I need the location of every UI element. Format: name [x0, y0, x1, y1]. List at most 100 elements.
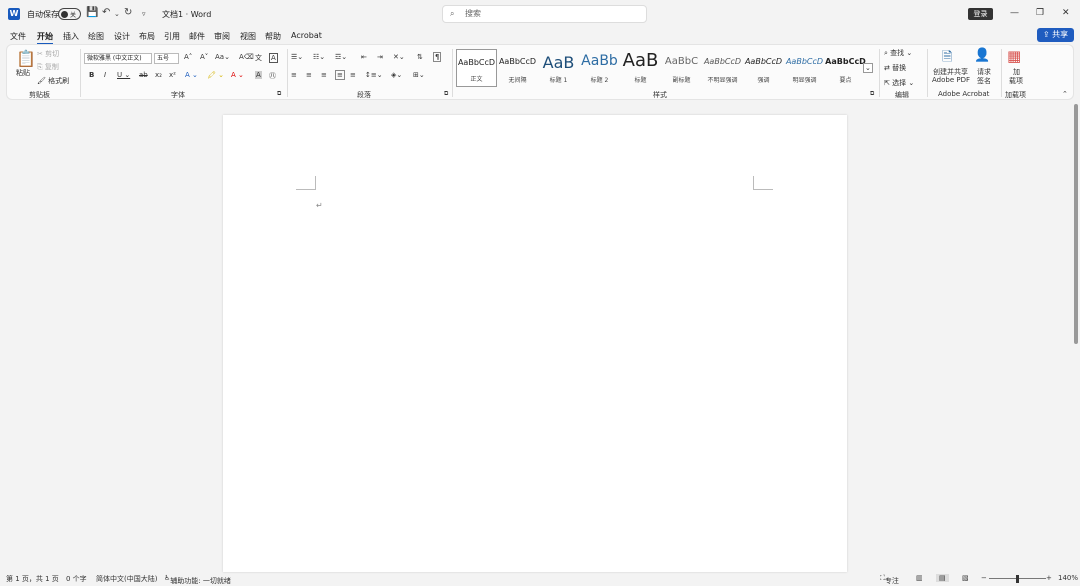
tab-design[interactable]: 设计: [114, 31, 130, 42]
subscript-icon[interactable]: x₂: [155, 71, 162, 79]
align-right-icon[interactable]: ≡: [321, 71, 327, 79]
redo-icon[interactable]: ↻: [124, 7, 132, 18]
vertical-scrollbar[interactable]: [1074, 104, 1078, 344]
autosave-toggle[interactable]: 关: [58, 8, 81, 20]
tab-references[interactable]: 引用: [164, 31, 180, 42]
restore-icon[interactable]: ❐: [1036, 8, 1044, 18]
tab-view[interactable]: 视图: [240, 31, 256, 42]
tab-draw[interactable]: 绘图: [88, 31, 104, 42]
language[interactable]: 简体中文(中国大陆): [96, 574, 157, 584]
undo-dropdown-icon[interactable]: ⌄: [114, 10, 120, 18]
increase-indent-icon[interactable]: ⇥: [377, 53, 383, 61]
shrink-font-icon[interactable]: A˅: [200, 53, 208, 61]
change-case-icon[interactable]: Aa⌄: [215, 53, 230, 61]
style-subtitle[interactable]: AaBbC 副标题: [661, 49, 702, 87]
close-icon[interactable]: ✕: [1062, 8, 1070, 18]
style-strong[interactable]: AaBbCcD 要点: [825, 49, 866, 87]
character-shading-icon[interactable]: A: [255, 71, 262, 79]
styles-dialog-launcher-icon[interactable]: ⧉: [870, 90, 874, 98]
tab-insert[interactable]: 插入: [63, 31, 79, 42]
paste-icon[interactable]: 📋: [16, 49, 36, 68]
zoom-out-icon[interactable]: −: [981, 574, 987, 582]
grow-font-icon[interactable]: A˄: [184, 53, 192, 61]
character-border-icon[interactable]: A: [269, 53, 278, 63]
addins-icon[interactable]: ▦: [1007, 47, 1021, 65]
shading-icon[interactable]: ◈⌄: [391, 71, 402, 79]
justify-icon[interactable]: ≡: [335, 70, 345, 80]
tab-review[interactable]: 审阅: [214, 31, 230, 42]
zoom-level[interactable]: 140%: [1058, 574, 1078, 582]
paragraph-dialog-launcher-icon[interactable]: ⧉: [444, 90, 448, 98]
format-painter-button[interactable]: 🖌 格式刷: [37, 76, 69, 86]
search-box[interactable]: ⌕ 搜索: [442, 5, 647, 23]
borders-icon[interactable]: ⊞⌄: [413, 71, 425, 79]
sort-icon[interactable]: ⇅: [417, 53, 423, 61]
zoom-slider-thumb[interactable]: [1016, 575, 1019, 583]
customize-qat-icon[interactable]: ▿: [142, 10, 146, 18]
tab-mailings[interactable]: 邮件: [189, 31, 205, 42]
show-marks-icon[interactable]: ¶: [433, 52, 442, 62]
request-signature-label-2[interactable]: 签名: [977, 76, 991, 86]
share-button[interactable]: ⇪ 共享: [1037, 28, 1074, 42]
copy-button[interactable]: ⎘ 复制: [37, 62, 59, 72]
font-dialog-launcher-icon[interactable]: ⧉: [277, 90, 281, 98]
font-name-select[interactable]: 微软雅黑 (中文正文): [84, 53, 152, 64]
accessibility-status[interactable]: ♿ 辅助功能: 一切就绪: [164, 574, 231, 585]
align-center-icon[interactable]: ≡: [306, 71, 312, 79]
tab-help[interactable]: 帮助: [265, 31, 281, 42]
chinese-layout-icon[interactable]: ✕⌄: [393, 53, 405, 61]
replace-button[interactable]: ⇄ 替换: [884, 63, 906, 73]
style-title[interactable]: AaB 标题: [620, 49, 661, 87]
create-pdf-label-2[interactable]: Adobe PDF: [932, 76, 970, 84]
addins-label-2[interactable]: 载项: [1009, 76, 1023, 86]
style-normal[interactable]: AaBbCcD 正文: [456, 49, 497, 87]
multilevel-list-icon[interactable]: ☲⌄: [335, 53, 347, 61]
distributed-icon[interactable]: ≡: [350, 71, 356, 79]
italic-icon[interactable]: I: [104, 71, 106, 79]
align-left-icon[interactable]: ≡: [291, 71, 297, 79]
bold-icon[interactable]: B: [89, 71, 94, 79]
focus-button[interactable]: ⛶ 专注: [880, 574, 899, 585]
superscript-icon[interactable]: x²: [169, 71, 176, 79]
enclose-character-icon[interactable]: ㊇: [269, 71, 276, 81]
find-button[interactable]: ⌕ 查找 ⌄: [884, 48, 912, 58]
numbering-icon[interactable]: ☷⌄: [313, 53, 325, 61]
tab-layout[interactable]: 布局: [139, 31, 155, 42]
font-color-icon[interactable]: A ⌄: [231, 71, 244, 79]
styles-more-icon[interactable]: ⌄: [863, 63, 873, 73]
style-heading-1[interactable]: AaB 标题 1: [538, 49, 579, 87]
text-effects-icon[interactable]: A ⌄: [185, 71, 198, 79]
style-emphasis[interactable]: AaBbCcD 强调: [743, 49, 784, 87]
phonetic-guide-icon[interactable]: 文: [255, 53, 262, 63]
bullets-icon[interactable]: ☰⌄: [291, 53, 303, 61]
minimize-icon[interactable]: —: [1010, 8, 1019, 18]
style-subtle-emphasis[interactable]: AaBbCcD 不明显强调: [702, 49, 743, 87]
font-size-select[interactable]: 五号: [154, 53, 179, 64]
collapse-ribbon-icon[interactable]: ⌃: [1062, 90, 1068, 98]
print-layout-icon[interactable]: ▤: [936, 574, 949, 582]
zoom-in-icon[interactable]: +: [1046, 574, 1052, 582]
page-count[interactable]: 第 1 页，共 1 页: [6, 574, 59, 584]
underline-icon[interactable]: U ⌄: [117, 71, 130, 79]
request-signature-icon[interactable]: 👤: [974, 48, 990, 63]
read-mode-icon[interactable]: ▥: [916, 574, 923, 582]
decrease-indent-icon[interactable]: ⇤: [361, 53, 367, 61]
tab-acrobat[interactable]: Acrobat: [291, 31, 322, 40]
document-page[interactable]: ↵: [223, 115, 847, 572]
clear-formatting-icon[interactable]: A⌫: [239, 53, 254, 61]
tab-file[interactable]: 文件: [10, 31, 26, 42]
highlight-icon[interactable]: 🖍 ⌄: [207, 71, 224, 79]
style-heading-2[interactable]: AaBb 标题 2: [579, 49, 620, 87]
web-layout-icon[interactable]: ▧: [962, 574, 969, 582]
style-intense-emphasis[interactable]: AaBbCcD 明显强调: [784, 49, 825, 87]
select-button[interactable]: ⇱ 选择 ⌄: [884, 78, 914, 88]
word-count[interactable]: 0 个字: [66, 574, 87, 584]
undo-icon[interactable]: ↶: [102, 7, 110, 18]
strikethrough-icon[interactable]: ab: [139, 71, 148, 79]
line-spacing-icon[interactable]: ↕≡⌄: [365, 71, 383, 79]
save-icon[interactable]: 💾: [86, 7, 98, 18]
tab-home[interactable]: 开始: [37, 31, 53, 45]
login-button[interactable]: 登录: [968, 8, 993, 20]
style-no-spacing[interactable]: AaBbCcD 无间隔: [497, 49, 538, 87]
cut-button[interactable]: ✂ 剪切: [37, 49, 59, 59]
